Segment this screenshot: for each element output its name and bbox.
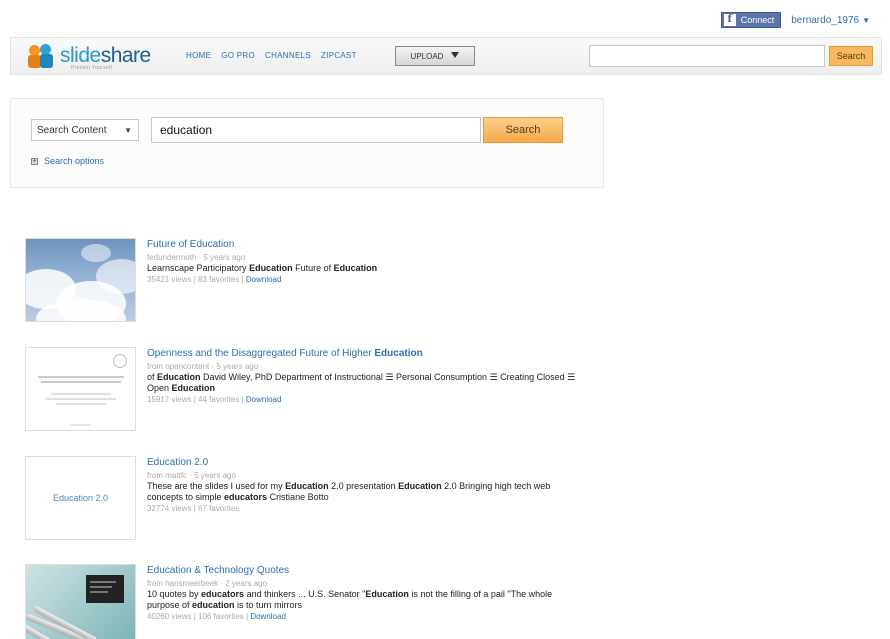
result-author: from hansmeerbeek · 2 years ago <box>147 579 268 588</box>
upload-button[interactable]: UPLOAD <box>395 46 475 66</box>
chevron-down-icon: ▼ <box>124 125 132 135</box>
download-link[interactable]: Download <box>250 612 286 621</box>
facebook-connect-label: Connect <box>740 15 775 25</box>
result-stats: 35421 views | 83 favorites | Download <box>147 275 282 284</box>
search-scope-select[interactable]: Search Content ▼ <box>31 119 139 141</box>
result-title[interactable]: Education & Technology Quotes <box>147 564 587 578</box>
search-options-label: Search options <box>44 156 105 166</box>
result-thumbnail[interactable] <box>25 238 136 322</box>
upload-label: UPLOAD <box>410 51 444 61</box>
clouds-image <box>26 239 135 321</box>
header-bar: slideshare Present Yourself HOME GO PRO … <box>10 37 882 75</box>
user-menu[interactable]: bernardo_1976 ▼ <box>791 15 870 26</box>
result-description: These are the slides I used for my Educa… <box>147 481 551 502</box>
document-slide-image <box>26 348 135 430</box>
search-scope-label: Search Content <box>37 124 107 136</box>
logo-wordmark: slideshare <box>60 44 151 67</box>
search-options-toggle[interactable]: + Search options <box>31 156 104 166</box>
slideshare-logo-icon <box>27 42 57 70</box>
result-stats: 15917 views | 44 favorites | Download <box>147 395 282 404</box>
nav-home[interactable]: HOME <box>186 51 211 60</box>
result-author: from opencontent · 5 years ago <box>147 362 259 371</box>
logo-badge-icon <box>113 354 127 368</box>
nav-channels[interactable]: CHANNELS <box>265 51 311 60</box>
search-query-input[interactable]: education <box>151 117 481 143</box>
facebook-icon: f <box>723 14 736 26</box>
header-search-input[interactable] <box>589 45 825 67</box>
result-title[interactable]: Education 2.0 <box>147 456 587 470</box>
expand-icon: + <box>31 157 38 165</box>
logo-tagline: Present Yourself <box>71 65 113 71</box>
facebook-connect-button[interactable]: f Connect <box>720 12 782 28</box>
search-button[interactable]: Search <box>483 117 563 143</box>
result-author: fedundermoth · 5 years ago <box>147 253 246 262</box>
result-thumbnail[interactable]: Education 2.0 <box>25 456 136 540</box>
download-link[interactable]: Download <box>246 395 282 404</box>
arrow-down-icon <box>451 52 460 58</box>
nav-zipcast[interactable]: ZIPCAST <box>321 51 357 60</box>
result-stats: 32774 views | 67 favorites <box>147 504 240 513</box>
thumb-slide-text: Education 2.0 <box>26 457 135 539</box>
tech-cables-image <box>26 565 135 639</box>
username: bernardo_1976 <box>791 14 860 26</box>
search-panel: Search Content ▼ education Search + Sear… <box>10 98 604 188</box>
result-thumbnail[interactable] <box>25 347 136 431</box>
account-strip: f Connect bernardo_1976 ▼ <box>720 12 870 28</box>
chevron-down-icon: ▼ <box>862 15 870 25</box>
result-title[interactable]: Openness and the Disaggregated Future of… <box>147 347 587 361</box>
result-stats: 40260 views | 106 favorites | Download <box>147 612 286 621</box>
result-description: Learnscape Participatory Education Futur… <box>147 263 378 273</box>
download-link[interactable]: Download <box>246 275 282 284</box>
nav-go-pro[interactable]: GO PRO <box>221 51 255 60</box>
result-description: 10 quotes by educators and thinkers ... … <box>147 589 553 610</box>
result-author: from mattfc · 5 years ago <box>147 471 236 480</box>
header-search-button[interactable]: Search <box>829 46 873 66</box>
result-title[interactable]: Future of Education <box>147 238 587 252</box>
result-description: of Education David Wiley, PhD Department… <box>147 372 576 393</box>
result-thumbnail[interactable] <box>25 564 136 639</box>
main-nav: HOME GO PRO CHANNELS ZIPCAST <box>186 51 357 60</box>
